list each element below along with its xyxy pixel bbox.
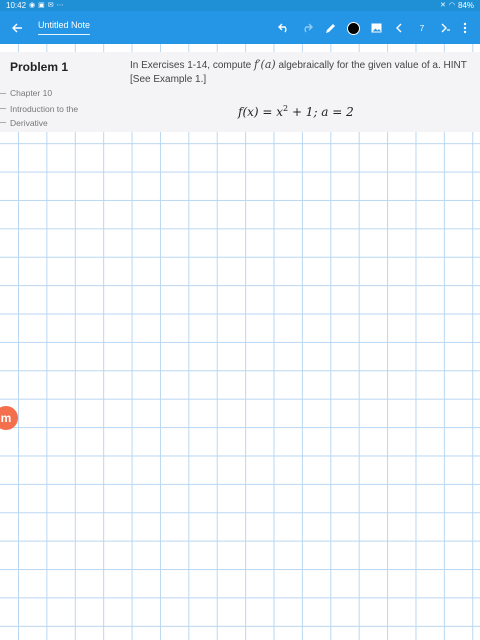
formula-lhs: f(x) = x [238,105,284,119]
undo-icon [278,23,287,33]
derivative-expression: f′(a) [253,58,276,71]
notification-icon: ◉ [29,2,36,9]
color-picker-button[interactable] [342,17,364,39]
card-tick [0,122,6,123]
problem-instructions: In Exercises 1-14, compute f′(a) algebra… [130,58,475,87]
app-toolbar: Untitled Note 7 [0,11,480,44]
pen-icon [325,23,335,33]
formula-rhs: + 1; a = 2 [288,105,354,119]
more-options-button[interactable] [454,17,476,39]
next-page-button[interactable] [434,17,456,39]
chapter-title: Introduction to the Derivative [10,104,79,128]
next-page-icon [441,23,450,33]
more-vert-icon [463,22,467,34]
redo-button[interactable] [296,17,318,39]
note-title[interactable]: Untitled Note [38,20,91,35]
prev-page-button[interactable] [388,17,410,39]
chapter-label: Chapter 10 [10,88,53,98]
gallery-notification-icon: ▣ [38,2,45,9]
wifi-icon: ◠ [448,2,455,9]
status-time: 10:42 [6,1,27,10]
back-button[interactable] [6,17,28,39]
color-dot [346,21,360,35]
undo-button[interactable] [273,17,295,39]
image-icon [371,23,381,33]
back-arrow-icon [12,23,22,33]
grid-canvas[interactable] [0,44,480,640]
problem-formula: f(x) = x2 + 1; a = 2 [238,104,354,119]
problem-card: Problem 1 Chapter 10 Introduction to the… [0,52,480,132]
status-bar: 10:42 ◉ ▣ ✉ ⋯ ✕ ◠ 84% [0,0,480,11]
page-number-label: 7 [419,23,425,33]
page-number[interactable]: 7 [411,17,433,39]
logo-glyph: m [0,411,12,425]
instructions-text-pre: In Exercises 1-14, compute [130,60,252,71]
prev-page-icon [396,23,402,33]
insert-image-button[interactable] [365,17,387,39]
mute-icon: ✕ [440,2,446,9]
pen-tool-button[interactable] [319,17,341,39]
card-tick [0,93,6,94]
redo-icon [304,23,313,33]
battery-level: 84% [457,1,474,10]
more-notifications-icon: ⋯ [56,2,64,9]
card-tick [0,108,6,109]
problem-label: Problem 1 [10,60,69,74]
mail-notification-icon: ✉ [47,2,54,9]
